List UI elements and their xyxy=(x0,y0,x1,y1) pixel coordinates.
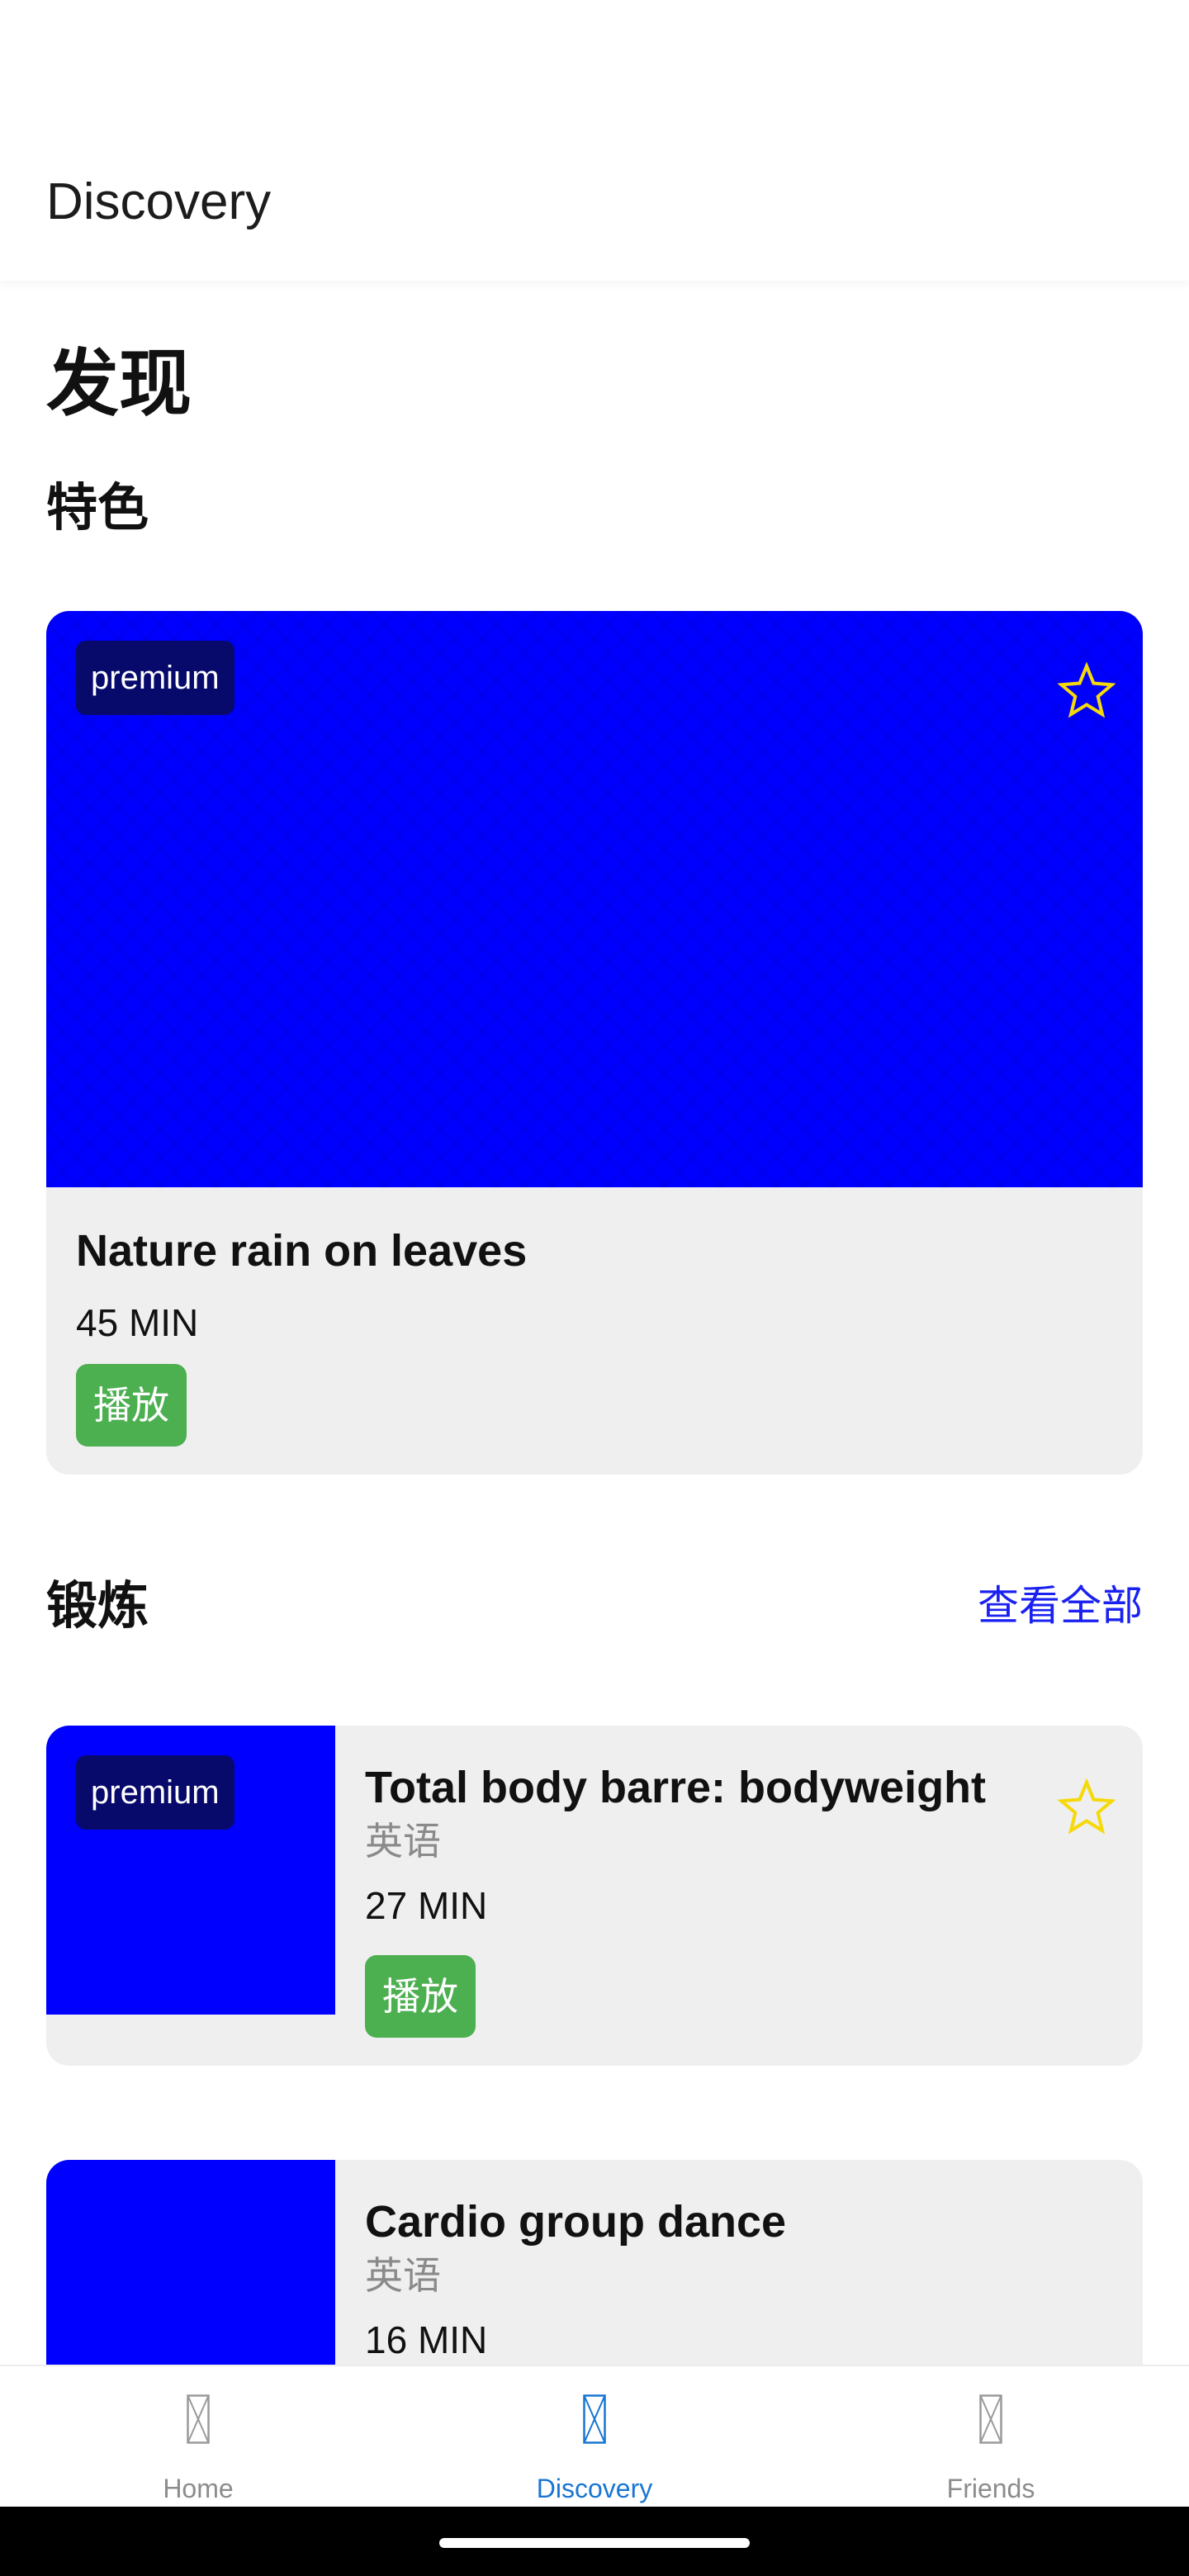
nav-item-discovery[interactable]: Discovery xyxy=(396,2366,793,2508)
discovery-content[interactable]: 发现 特色 premium Nature rain on leaves 45 M… xyxy=(0,281,1189,2365)
list-item-play-button[interactable]: 播放 xyxy=(365,1955,476,2038)
nav-label-discovery: Discovery xyxy=(536,2474,653,2503)
star-outline-icon[interactable] xyxy=(1057,661,1116,720)
premium-badge: premium xyxy=(76,641,234,715)
nav-label-friends: Friends xyxy=(946,2474,1035,2503)
list-item-title: Cardio group dance xyxy=(365,2197,787,2247)
star-outline-icon[interactable] xyxy=(1057,1777,1116,1836)
list-item-thumbnail xyxy=(46,2160,335,2365)
app-bar-title: Discovery xyxy=(46,173,272,230)
workout-heading: 锻炼 xyxy=(46,1575,149,1636)
missing-image-icon xyxy=(187,2394,210,2444)
featured-play-button[interactable]: 播放 xyxy=(76,1364,187,1447)
list-item[interactable]: Cardio group dance 英语 16 MIN xyxy=(46,2160,1143,2365)
nav-item-friends[interactable]: Friends xyxy=(793,2366,1189,2508)
nav-label-home: Home xyxy=(163,2474,234,2503)
premium-badge: premium xyxy=(76,1755,234,1830)
home-gesture-handle[interactable] xyxy=(439,2538,750,2548)
list-item-language: 英语 xyxy=(365,2253,441,2298)
nav-item-home[interactable]: Home xyxy=(0,2366,396,2508)
featured-card[interactable]: premium Nature rain on leaves 45 MIN 播放 xyxy=(46,611,1143,1475)
app-bar: Discovery xyxy=(0,0,1189,281)
missing-image-icon xyxy=(979,2394,1002,2444)
list-item-duration: 16 MIN xyxy=(365,2318,488,2361)
see-all-link[interactable]: 查看全部 xyxy=(978,1577,1143,1635)
page-heading: 发现 xyxy=(46,341,192,426)
featured-duration: 45 MIN xyxy=(76,1301,199,1344)
missing-image-icon xyxy=(583,2394,606,2444)
featured-heading: 特色 xyxy=(46,477,149,537)
list-item-title: Total body barre: bodyweight xyxy=(365,1763,987,1812)
featured-title: Nature rain on leaves xyxy=(76,1226,528,1276)
system-navigation-bar xyxy=(0,2507,1189,2576)
list-item[interactable]: premium Total body barre: bodyweight 英语 … xyxy=(46,1726,1143,2066)
list-item-language: 英语 xyxy=(365,1819,441,1863)
list-item-duration: 27 MIN xyxy=(365,1884,488,1927)
bottom-navigation: Home Discovery Friends xyxy=(0,2365,1189,2508)
